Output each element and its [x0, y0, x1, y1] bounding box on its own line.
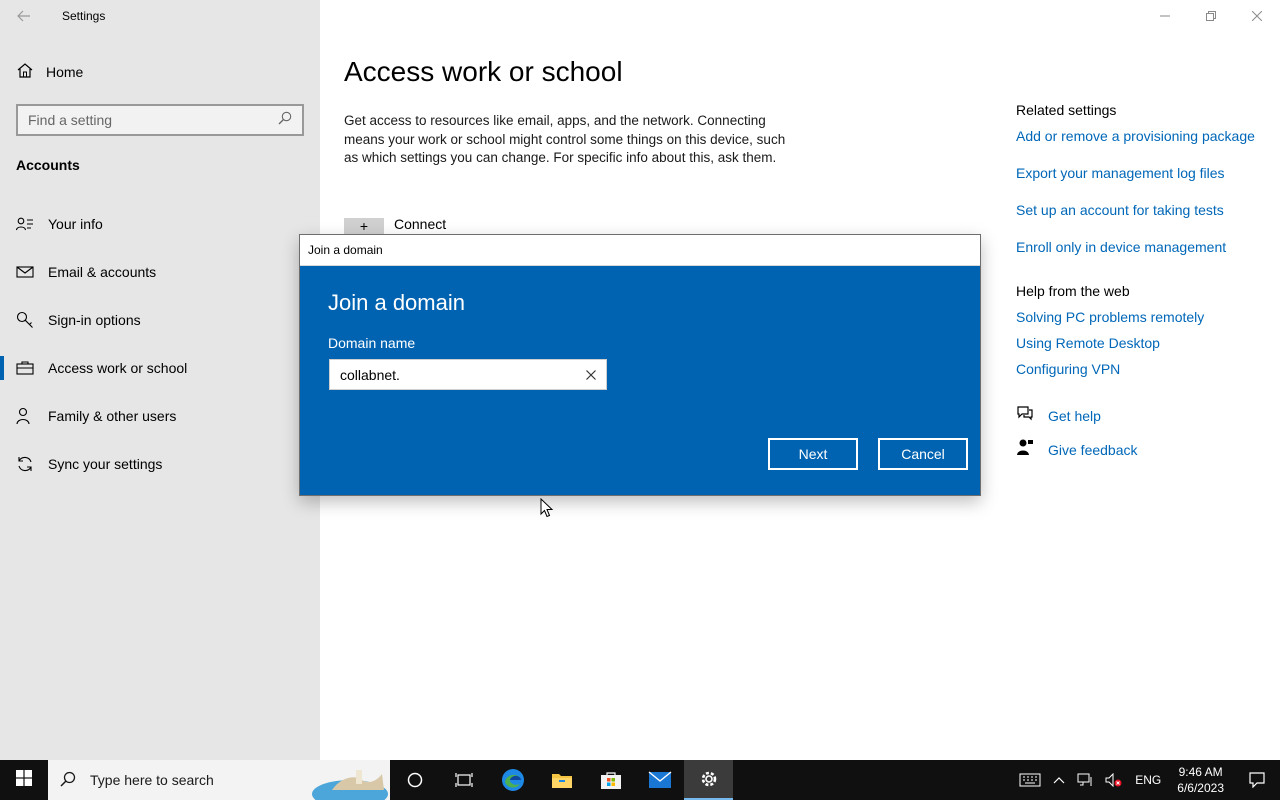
sidebar-item-your-info[interactable]: Your info	[0, 200, 320, 248]
start-button[interactable]	[0, 760, 48, 800]
cancel-button[interactable]: Cancel	[878, 438, 968, 470]
taskbar-search-placeholder: Type here to search	[90, 772, 214, 788]
system-tray: ENG 9:46 AM 6/6/2023	[1013, 760, 1280, 800]
section-heading: Accounts	[16, 157, 80, 173]
link-export-logs[interactable]: Export your management log files	[1016, 165, 1280, 181]
back-arrow-icon[interactable]	[10, 4, 38, 28]
person-add-icon	[16, 407, 34, 425]
domain-name-input[interactable]	[340, 366, 574, 383]
language-indicator[interactable]: ENG	[1129, 760, 1167, 800]
settings-app-icon[interactable]	[684, 760, 733, 800]
help-heading: Help from the web	[1016, 283, 1130, 299]
get-help-link[interactable]: Get help	[1048, 408, 1101, 424]
search-highlight-illustration	[310, 760, 390, 800]
network-icon[interactable]	[1071, 760, 1099, 800]
windows-logo-icon	[16, 769, 32, 791]
sidebar-nav: Your info Email & accounts Sign-in optio…	[0, 200, 320, 488]
key-icon	[16, 311, 34, 329]
cortana-icon[interactable]	[390, 760, 439, 800]
link-device-management[interactable]: Enroll only in device management	[1016, 239, 1280, 255]
sidebar-item-label: Family & other users	[48, 408, 177, 424]
give-feedback-item[interactable]: Give feedback	[1016, 438, 1280, 461]
connect-label: Connect	[394, 216, 447, 232]
task-view-icon[interactable]	[439, 760, 488, 800]
home-icon	[16, 62, 34, 81]
chat-help-icon	[1016, 405, 1034, 426]
feedback-person-icon	[1016, 438, 1034, 461]
mail-icon	[16, 263, 34, 281]
search-icon[interactable]	[278, 111, 292, 130]
dialog-titlebar: Join a domain	[300, 235, 980, 266]
window-controls	[1142, 0, 1280, 32]
page-title: Access work or school	[344, 56, 623, 87]
person-card-icon	[16, 215, 34, 233]
sidebar: Settings Home Accounts Your info Email &…	[0, 0, 320, 760]
link-remote-desktop[interactable]: Using Remote Desktop	[1016, 335, 1280, 351]
clock-date: 6/6/2023	[1177, 781, 1224, 795]
dialog-heading: Join a domain	[328, 290, 465, 315]
related-settings-heading: Related settings	[1016, 102, 1117, 118]
chevron-up-icon[interactable]	[1047, 760, 1071, 800]
sidebar-item-email-accounts[interactable]: Email & accounts	[0, 248, 320, 296]
give-feedback-link[interactable]: Give feedback	[1048, 442, 1138, 458]
touch-keyboard-icon[interactable]	[1013, 760, 1047, 800]
domain-name-label: Domain name	[328, 335, 416, 351]
clock[interactable]: 9:46 AM 6/6/2023	[1167, 760, 1234, 800]
next-button[interactable]: Next	[768, 438, 858, 470]
app-title: Settings	[62, 9, 106, 23]
sidebar-item-label: Your info	[48, 216, 103, 232]
mouse-cursor-icon	[540, 497, 556, 520]
sidebar-item-family-other-users[interactable]: Family & other users	[0, 392, 320, 440]
sidebar-item-label: Sync your settings	[48, 456, 163, 472]
microsoft-store-icon[interactable]	[586, 760, 635, 800]
taskbar-search-box[interactable]: Type here to search	[48, 760, 390, 800]
sidebar-item-label: Sign-in options	[48, 312, 141, 328]
restore-icon[interactable]	[1188, 0, 1234, 32]
get-help-item[interactable]: Get help	[1016, 405, 1280, 426]
mail-app-icon[interactable]	[635, 760, 684, 800]
sidebar-item-sync-settings[interactable]: Sync your settings	[0, 440, 320, 488]
sidebar-item-label: Email & accounts	[48, 264, 157, 280]
sync-icon	[16, 455, 34, 473]
link-provisioning-package[interactable]: Add or remove a provisioning package	[1016, 128, 1280, 144]
find-setting-input[interactable]	[28, 112, 268, 128]
file-explorer-icon[interactable]	[537, 760, 586, 800]
link-solving-pc-problems[interactable]: Solving PC problems remotely	[1016, 309, 1280, 325]
domain-name-field[interactable]	[329, 359, 607, 390]
join-domain-dialog: Join a domain Join a domain Domain name …	[299, 234, 981, 496]
clock-time: 9:46 AM	[1178, 765, 1223, 779]
briefcase-icon	[16, 359, 34, 377]
minimize-icon[interactable]	[1142, 0, 1188, 32]
volume-muted-icon[interactable]	[1099, 760, 1129, 800]
home-nav-item[interactable]: Home	[16, 62, 83, 81]
sidebar-item-sign-in-options[interactable]: Sign-in options	[0, 296, 320, 344]
help-links: Solving PC problems remotely Using Remot…	[1016, 309, 1280, 377]
edge-browser-icon[interactable]	[488, 760, 537, 800]
sidebar-item-access-work-school[interactable]: Access work or school	[0, 344, 320, 392]
link-configuring-vpn[interactable]: Configuring VPN	[1016, 361, 1280, 377]
related-panel: Related settings Add or remove a provisi…	[1016, 102, 1280, 473]
page-description: Get access to resources like email, apps…	[344, 113, 786, 165]
close-icon[interactable]	[1234, 0, 1280, 32]
clear-input-icon[interactable]	[586, 367, 596, 383]
find-setting-box[interactable]	[16, 104, 304, 136]
home-label: Home	[46, 63, 84, 80]
link-test-account[interactable]: Set up an account for taking tests	[1016, 202, 1280, 218]
support-links: Get help Give feedback	[1016, 405, 1280, 461]
related-links: Add or remove a provisioning package Exp…	[1016, 128, 1280, 255]
search-icon	[60, 771, 76, 790]
taskbar: Type here to search ENG 9:46 AM 6/6/2023	[0, 760, 1280, 800]
sidebar-item-label: Access work or school	[48, 360, 188, 376]
action-center-icon[interactable]	[1234, 760, 1280, 800]
dialog-body: Join a domain Domain name Next Cancel	[300, 266, 980, 495]
